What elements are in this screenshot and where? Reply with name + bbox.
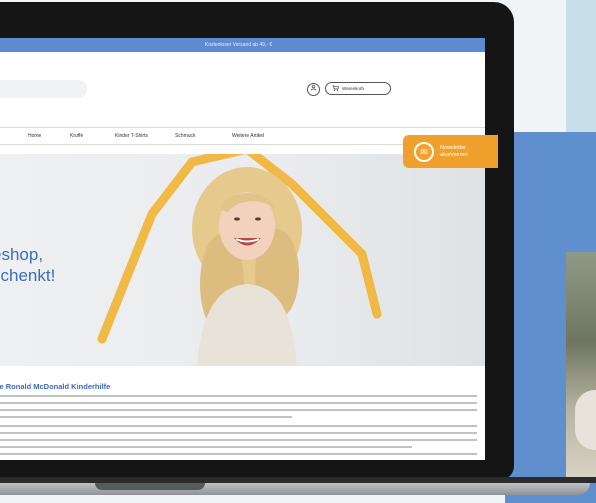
paragraph-line (0, 402, 477, 404)
newsletter-label: Newsletter abonnieren (440, 145, 468, 159)
laptop-notch (95, 483, 205, 490)
nav-item-schmuck[interactable]: Schmuck (175, 128, 196, 144)
hero-banner: eshop, schenkt! (0, 154, 485, 366)
search-input[interactable] (0, 80, 87, 98)
laptop-screen: Kostenloser Versand ab 49,- € Warenkorb … (0, 38, 485, 460)
paragraph-line (0, 453, 477, 455)
laptop-bezel: Kostenloser Versand ab 49,- € Warenkorb … (0, 2, 514, 480)
shipping-banner: Kostenloser Versand ab 49,- € (0, 38, 485, 52)
user-icon (310, 84, 317, 93)
shipping-banner-text: Kostenloser Versand ab 49,- € (204, 42, 273, 48)
content-heading: Die Ronald McDonald Kinderhilfe (0, 382, 111, 391)
background-photo-detail (575, 390, 596, 450)
paragraph-line (0, 395, 477, 397)
paragraph-line (0, 432, 477, 434)
paragraph-line (0, 425, 477, 427)
nav-item-weitere-artikel[interactable]: Weitere Artikel (232, 128, 264, 144)
nav-item-home[interactable]: Home (28, 128, 41, 144)
hero-title-line-1: eshop, (0, 245, 44, 264)
hero-illustration (97, 154, 382, 366)
nav-item-kruffe[interactable]: Kruffe (70, 128, 83, 144)
cart-label: Warenkorb (342, 86, 364, 91)
cart-icon (332, 85, 339, 92)
paragraph-line (0, 409, 477, 411)
hero-title: eshop, schenkt! (0, 244, 55, 286)
cart-button[interactable]: Warenkorb (325, 82, 391, 95)
laptop-base (0, 477, 596, 503)
newsletter-label-line-1: Newsletter (440, 144, 466, 151)
newsletter-label-line-2: abonnieren (440, 151, 468, 158)
child-photo (192, 167, 302, 366)
paragraph-line (0, 446, 412, 448)
paragraph-line (0, 439, 477, 441)
hero-title-line-2: schenkt! (0, 266, 56, 285)
nav-item-kinder-t-shirts[interactable]: Kinder T-Shirts (115, 128, 148, 144)
laptop-keyboard-deck (0, 483, 590, 495)
user-account-button[interactable] (307, 83, 320, 96)
newsletter-button[interactable]: ✉ Newsletter abonnieren (403, 135, 498, 168)
paragraph-line (0, 416, 292, 418)
mail-icon: ✉ (414, 141, 434, 162)
